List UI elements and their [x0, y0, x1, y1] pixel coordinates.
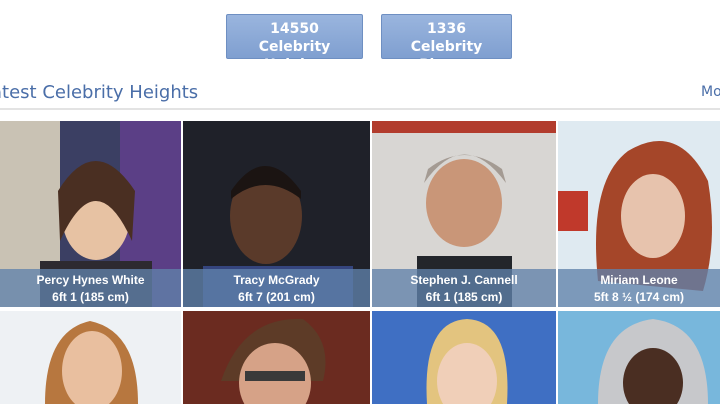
celebrity-height: 6ft 1 (185 cm): [425, 290, 503, 304]
celebrity-name: Percy Hynes White: [36, 273, 145, 287]
photos-label: Celebrity Photos: [410, 39, 483, 73]
celebrity-grid: Percy Hynes White 6ft 1 (185 cm) Tracy M…: [0, 121, 720, 404]
celebrity-card[interactable]: Tracy McGrady 6ft 7 (201 cm): [183, 121, 370, 307]
celebrity-height: 6ft 7 (201 cm): [238, 290, 315, 304]
heights-label: Celebrity Heights: [258, 39, 331, 73]
heights-count: 14550: [270, 21, 319, 37]
celebrity-name: Stephen J. Cannell: [410, 273, 518, 287]
celebrity-card[interactable]: Percy Hynes White 6ft 1 (185 cm): [0, 121, 181, 307]
celebrity-card[interactable]: Stephen J. Cannell 6ft 1 (185 cm): [372, 121, 556, 307]
celebrity-photo: [0, 311, 181, 404]
celebrity-card[interactable]: [558, 311, 720, 404]
celebrity-caption: Miriam Leone 5ft 8 ½ (174 cm): [558, 269, 720, 307]
section-title: atest Celebrity Heights: [0, 82, 199, 103]
photos-count: 1336: [427, 21, 466, 37]
celebrity-name: Tracy McGrady: [233, 273, 320, 287]
more-link[interactable]: Mo: [701, 84, 720, 100]
celebrity-photo: [372, 311, 556, 404]
celebrity-card[interactable]: [372, 311, 556, 404]
celebrity-card[interactable]: [183, 311, 370, 404]
celebrity-caption: Tracy McGrady 6ft 7 (201 cm): [183, 269, 370, 307]
celebrity-photo: [183, 311, 370, 404]
celebrity-height: 6ft 1 (185 cm): [52, 290, 129, 304]
celebrity-name: Miriam Leone: [600, 273, 678, 287]
celebrity-photo: [558, 311, 720, 404]
celebrity-card[interactable]: Miriam Leone 5ft 8 ½ (174 cm): [558, 121, 720, 307]
celebrity-photos-button[interactable]: 1336 Celebrity Photos: [381, 14, 512, 73]
celebrity-card[interactable]: [0, 311, 181, 404]
celebrity-height: 5ft 8 ½ (174 cm): [593, 290, 685, 304]
divider: [0, 108, 720, 110]
celebrity-heights-button[interactable]: 14550 Celebrity Heights: [226, 14, 363, 73]
celebrity-caption: Stephen J. Cannell 6ft 1 (185 cm): [372, 269, 556, 307]
celebrity-caption: Percy Hynes White 6ft 1 (185 cm): [0, 269, 181, 307]
